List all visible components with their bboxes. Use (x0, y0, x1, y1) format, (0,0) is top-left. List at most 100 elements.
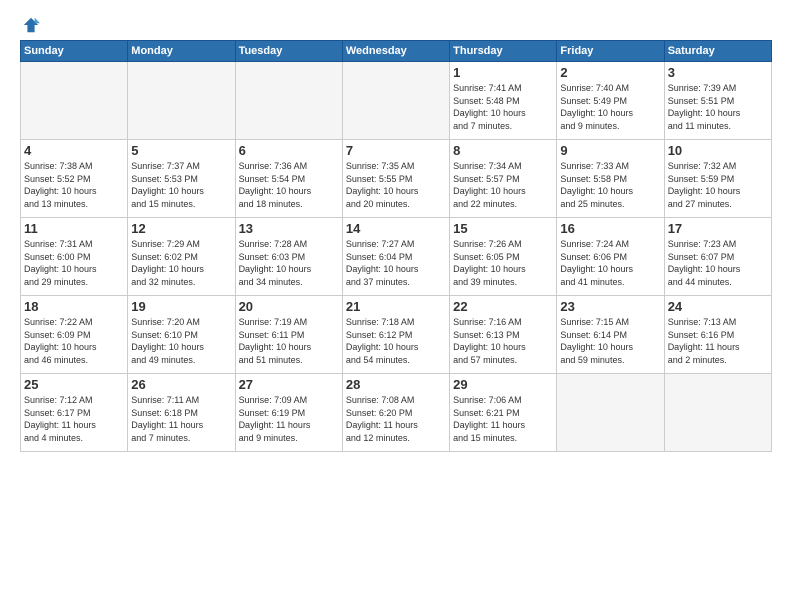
day-number: 7 (346, 143, 446, 158)
calendar-cell: 9 Sunrise: 7:33 AM Sunset: 5:58 PM Daylig… (557, 140, 664, 218)
day-info: Sunrise: 7:06 AM Sunset: 6:21 PM Dayligh… (453, 394, 553, 444)
calendar-cell (235, 62, 342, 140)
calendar-cell: 23 Sunrise: 7:15 AM Sunset: 6:14 PM Dayli… (557, 296, 664, 374)
weekday-header-tuesday: Tuesday (235, 41, 342, 62)
day-info: Sunrise: 7:35 AM Sunset: 5:55 PM Dayligh… (346, 160, 446, 210)
week-row-1: 1Sunrise: 7:41 AM Sunset: 5:48 PM Daylig… (21, 62, 772, 140)
calendar-cell: 14 Sunrise: 7:27 AM Sunset: 6:04 PM Dayli… (342, 218, 449, 296)
day-number: 17 (668, 221, 768, 236)
day-info: Sunrise: 7:39 AM Sunset: 5:51 PM Dayligh… (668, 82, 768, 132)
page: SundayMondayTuesdayWednesdayThursdayFrid… (0, 0, 792, 612)
day-info: Sunrise: 7:37 AM Sunset: 5:53 PM Dayligh… (131, 160, 231, 210)
logo-icon (22, 16, 40, 34)
day-number: 15 (453, 221, 553, 236)
week-row-3: 11 Sunrise: 7:31 AM Sunset: 6:00 PM Dayli… (21, 218, 772, 296)
day-number: 4 (24, 143, 124, 158)
day-number: 6 (239, 143, 339, 158)
calendar-cell: 2 Sunrise: 7:40 AM Sunset: 5:49 PM Daylig… (557, 62, 664, 140)
calendar-cell: 26 Sunrise: 7:11 AM Sunset: 6:18 PM Dayli… (128, 374, 235, 452)
weekday-header-row: SundayMondayTuesdayWednesdayThursdayFrid… (21, 41, 772, 62)
day-info: Sunrise: 7:24 AM Sunset: 6:06 PM Dayligh… (560, 238, 660, 288)
day-number: 13 (239, 221, 339, 236)
day-number: 5 (131, 143, 231, 158)
day-info: Sunrise: 7:32 AM Sunset: 5:59 PM Dayligh… (668, 160, 768, 210)
calendar-cell: 24 Sunrise: 7:13 AM Sunset: 6:16 PM Dayli… (664, 296, 771, 374)
calendar-cell (342, 62, 449, 140)
week-row-4: 18 Sunrise: 7:22 AM Sunset: 6:09 PM Dayli… (21, 296, 772, 374)
calendar-cell (664, 374, 771, 452)
header (20, 16, 772, 34)
day-number: 27 (239, 377, 339, 392)
day-info: Sunrise: 7:12 AM Sunset: 6:17 PM Dayligh… (24, 394, 124, 444)
day-number: 19 (131, 299, 231, 314)
calendar-cell: 5 Sunrise: 7:37 AM Sunset: 5:53 PM Daylig… (128, 140, 235, 218)
calendar-cell: 1Sunrise: 7:41 AM Sunset: 5:48 PM Daylig… (450, 62, 557, 140)
logo (20, 16, 40, 34)
calendar-cell: 15 Sunrise: 7:26 AM Sunset: 6:05 PM Dayli… (450, 218, 557, 296)
day-number: 14 (346, 221, 446, 236)
day-info: Sunrise: 7:28 AM Sunset: 6:03 PM Dayligh… (239, 238, 339, 288)
weekday-header-monday: Monday (128, 41, 235, 62)
day-number: 1 (453, 65, 553, 80)
day-info: Sunrise: 7:26 AM Sunset: 6:05 PM Dayligh… (453, 238, 553, 288)
day-info: Sunrise: 7:20 AM Sunset: 6:10 PM Dayligh… (131, 316, 231, 366)
calendar-cell: 19 Sunrise: 7:20 AM Sunset: 6:10 PM Dayli… (128, 296, 235, 374)
day-info: Sunrise: 7:23 AM Sunset: 6:07 PM Dayligh… (668, 238, 768, 288)
weekday-header-wednesday: Wednesday (342, 41, 449, 62)
day-info: Sunrise: 7:34 AM Sunset: 5:57 PM Dayligh… (453, 160, 553, 210)
day-info: Sunrise: 7:13 AM Sunset: 6:16 PM Dayligh… (668, 316, 768, 366)
day-info: Sunrise: 7:38 AM Sunset: 5:52 PM Dayligh… (24, 160, 124, 210)
day-info: Sunrise: 7:09 AM Sunset: 6:19 PM Dayligh… (239, 394, 339, 444)
day-info: Sunrise: 7:33 AM Sunset: 5:58 PM Dayligh… (560, 160, 660, 210)
calendar-cell: 22 Sunrise: 7:16 AM Sunset: 6:13 PM Dayli… (450, 296, 557, 374)
calendar-cell: 21Sunrise: 7:18 AM Sunset: 6:12 PM Dayli… (342, 296, 449, 374)
calendar-cell: 18 Sunrise: 7:22 AM Sunset: 6:09 PM Dayli… (21, 296, 128, 374)
day-info: Sunrise: 7:16 AM Sunset: 6:13 PM Dayligh… (453, 316, 553, 366)
day-number: 26 (131, 377, 231, 392)
day-number: 20 (239, 299, 339, 314)
calendar-cell: 7 Sunrise: 7:35 AM Sunset: 5:55 PM Daylig… (342, 140, 449, 218)
day-info: Sunrise: 7:27 AM Sunset: 6:04 PM Dayligh… (346, 238, 446, 288)
calendar-cell (557, 374, 664, 452)
day-number: 2 (560, 65, 660, 80)
calendar-cell: 29 Sunrise: 7:06 AM Sunset: 6:21 PM Dayli… (450, 374, 557, 452)
day-info: Sunrise: 7:19 AM Sunset: 6:11 PM Dayligh… (239, 316, 339, 366)
week-row-2: 4 Sunrise: 7:38 AM Sunset: 5:52 PM Daylig… (21, 140, 772, 218)
day-info: Sunrise: 7:11 AM Sunset: 6:18 PM Dayligh… (131, 394, 231, 444)
day-number: 25 (24, 377, 124, 392)
calendar-cell: 10 Sunrise: 7:32 AM Sunset: 5:59 PM Dayli… (664, 140, 771, 218)
calendar-cell: 17 Sunrise: 7:23 AM Sunset: 6:07 PM Dayli… (664, 218, 771, 296)
weekday-header-thursday: Thursday (450, 41, 557, 62)
day-number: 9 (560, 143, 660, 158)
calendar-cell: 8 Sunrise: 7:34 AM Sunset: 5:57 PM Daylig… (450, 140, 557, 218)
calendar-cell: 12Sunrise: 7:29 AM Sunset: 6:02 PM Dayli… (128, 218, 235, 296)
calendar-cell: 11 Sunrise: 7:31 AM Sunset: 6:00 PM Dayli… (21, 218, 128, 296)
day-number: 8 (453, 143, 553, 158)
calendar-cell: 28 Sunrise: 7:08 AM Sunset: 6:20 PM Dayli… (342, 374, 449, 452)
day-number: 28 (346, 377, 446, 392)
calendar-cell: 25 Sunrise: 7:12 AM Sunset: 6:17 PM Dayli… (21, 374, 128, 452)
day-info: Sunrise: 7:31 AM Sunset: 6:00 PM Dayligh… (24, 238, 124, 288)
day-number: 11 (24, 221, 124, 236)
calendar-cell: 20 Sunrise: 7:19 AM Sunset: 6:11 PM Dayli… (235, 296, 342, 374)
day-number: 29 (453, 377, 553, 392)
day-number: 22 (453, 299, 553, 314)
day-number: 24 (668, 299, 768, 314)
day-number: 10 (668, 143, 768, 158)
day-number: 23 (560, 299, 660, 314)
day-info: Sunrise: 7:08 AM Sunset: 6:20 PM Dayligh… (346, 394, 446, 444)
calendar-cell (21, 62, 128, 140)
day-info: Sunrise: 7:22 AM Sunset: 6:09 PM Dayligh… (24, 316, 124, 366)
calendar-cell: 13 Sunrise: 7:28 AM Sunset: 6:03 PM Dayli… (235, 218, 342, 296)
calendar: SundayMondayTuesdayWednesdayThursdayFrid… (20, 40, 772, 452)
calendar-cell: 16 Sunrise: 7:24 AM Sunset: 6:06 PM Dayli… (557, 218, 664, 296)
day-number: 18 (24, 299, 124, 314)
day-number: 16 (560, 221, 660, 236)
weekday-header-friday: Friday (557, 41, 664, 62)
calendar-cell: 3Sunrise: 7:39 AM Sunset: 5:51 PM Daylig… (664, 62, 771, 140)
week-row-5: 25 Sunrise: 7:12 AM Sunset: 6:17 PM Dayli… (21, 374, 772, 452)
calendar-cell (128, 62, 235, 140)
day-info: Sunrise: 7:40 AM Sunset: 5:49 PM Dayligh… (560, 82, 660, 132)
day-number: 12 (131, 221, 231, 236)
day-info: Sunrise: 7:15 AM Sunset: 6:14 PM Dayligh… (560, 316, 660, 366)
